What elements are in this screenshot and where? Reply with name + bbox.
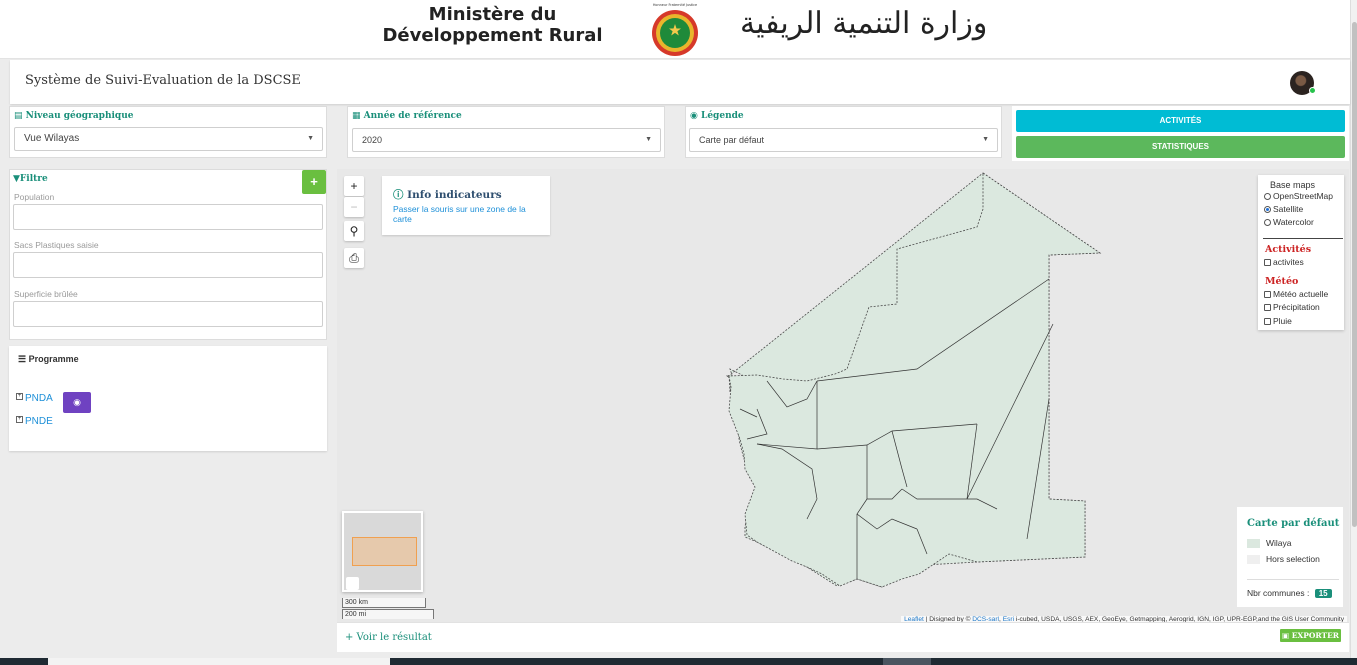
checkbox-icon[interactable] — [1264, 290, 1271, 298]
minimap-toggle-button[interactable] — [346, 577, 359, 590]
file-excel-icon: ▣ — [1281, 631, 1290, 640]
activites-section-title: Activités — [1265, 244, 1312, 255]
list-icon: ☰ — [18, 354, 27, 364]
annee-select[interactable]: 2020 ▼ — [352, 128, 661, 152]
layer-precipitation[interactable]: Précipitation — [1264, 302, 1320, 312]
superficie-label: Superficie brûlée — [14, 289, 78, 299]
app-bar: Système de Suivi-Evaluation de la DSCSE — [10, 60, 1350, 104]
os-taskbar — [0, 658, 1357, 665]
info-indicateurs-box: ⓘ Info indicateurs Passer la souris sur … — [382, 176, 550, 235]
map-legend: Carte par défaut Wilaya Hors selection N… — [1237, 507, 1343, 607]
basemap-openstreetmap[interactable]: OpenStreetMap — [1264, 191, 1333, 201]
layer-meteo-actuelle[interactable]: Météo actuelle — [1264, 289, 1328, 299]
filtre-title: ▼Filtre — [13, 174, 48, 184]
checkbox-icon[interactable] — [1264, 303, 1271, 311]
page-scrollbar[interactable] — [1350, 0, 1357, 665]
annee-label: ▦ Année de référence — [352, 111, 462, 121]
layer-activites[interactable]: activites — [1264, 257, 1304, 267]
legend-title: Carte par défaut — [1247, 518, 1340, 529]
ministry-name-fr: Ministère du Développement Rural — [382, 4, 603, 46]
basemap-watercolor[interactable]: Watercolor — [1264, 217, 1314, 227]
info-icon: ⓘ — [393, 189, 404, 201]
annee-card: ▦ Année de référence 2020 ▼ — [347, 106, 665, 158]
caret-down-icon: ▼ — [982, 136, 989, 143]
minimap-viewport[interactable] — [352, 537, 417, 566]
print-button[interactable]: ⎙ — [344, 248, 364, 268]
eye-icon: ◉ — [690, 111, 698, 121]
ministry-header: Ministère du Développement Rural Honneur… — [0, 0, 1350, 59]
communes-count-badge: 15 — [1314, 589, 1332, 598]
info-title: ⓘ Info indicateurs — [393, 189, 502, 201]
caret-down-icon: ▼ — [307, 135, 314, 142]
taskbar-app-active[interactable] — [883, 658, 931, 665]
communes-count: Nbr communes : 15 — [1247, 588, 1332, 598]
mauritania-wilayas-map[interactable] — [337, 169, 1349, 625]
tree-item-pnda[interactable]: + PNDA — [16, 393, 53, 404]
activites-button[interactable]: ACTIVITÉS — [1016, 110, 1345, 132]
taskbar-search[interactable] — [48, 658, 390, 665]
filter-icon: ▼ — [13, 174, 20, 184]
radio-icon[interactable] — [1264, 192, 1271, 200]
voir-resultat-link[interactable]: + Voir le résultat — [345, 632, 432, 643]
minimap[interactable] — [342, 511, 423, 592]
national-emblem-icon: Honneur Fraternité Justice — [652, 3, 698, 56]
basemap-satellite[interactable]: Satellite — [1264, 204, 1303, 214]
caret-down-icon: ▼ — [645, 136, 652, 143]
ministry-name-ar: وزارة التنمية الريفية — [740, 6, 988, 41]
info-text: Passer la souris sur une zone de la cart… — [393, 204, 526, 224]
niveau-card: ▤ Niveau géographique Vue Wilayas ▼ — [9, 106, 327, 158]
scale-mi: 200 mi — [342, 609, 434, 619]
map-view[interactable]: + − ⚲ ⎙ ⓘ Info indicateurs Passer la sou… — [337, 169, 1349, 625]
population-input[interactable] — [13, 204, 323, 230]
eye-icon: ◉ — [73, 397, 81, 407]
zoom-in-button[interactable]: + — [344, 176, 364, 196]
view-pnda-button[interactable]: ◉ — [63, 392, 91, 413]
zoom-out-button[interactable]: − — [344, 197, 364, 217]
calendar-icon: ▦ — [352, 111, 361, 121]
statistiques-button[interactable]: STATISTIQUES — [1016, 136, 1345, 158]
map-icon: ▤ — [14, 111, 23, 121]
niveau-select[interactable]: Vue Wilayas ▼ — [14, 127, 323, 151]
sacs-plastiques-label: Sacs Plastiques saisie — [14, 240, 99, 250]
legend-swatch — [1247, 538, 1260, 548]
scrollbar-thumb[interactable] — [1352, 22, 1357, 527]
legend-separator — [1247, 579, 1339, 580]
checkbox-icon[interactable] — [1264, 317, 1271, 325]
layer-control[interactable]: Base maps OpenStreetMap Satellite Waterc… — [1258, 175, 1344, 330]
sacs-plastiques-input[interactable] — [13, 252, 323, 278]
base-maps-label: Base maps — [1270, 180, 1316, 190]
map-marker-icon: ⚲ — [349, 224, 359, 238]
legende-card: ◉ Légende Carte par défaut ▼ — [685, 106, 1002, 158]
add-filter-button[interactable]: + — [302, 170, 326, 194]
expand-icon[interactable]: + — [16, 393, 23, 400]
locate-button[interactable]: ⚲ — [344, 221, 364, 241]
expand-icon[interactable]: + — [16, 416, 23, 423]
radio-icon[interactable] — [1264, 218, 1271, 226]
exporter-button[interactable]: ▣ EXPORTER — [1280, 629, 1341, 642]
result-bar: + Voir le résultat ▣ EXPORTER — [337, 622, 1349, 652]
print-icon: ⎙ — [349, 251, 359, 265]
svg-text:Honneur Fraternité Justice: Honneur Fraternité Justice — [653, 3, 697, 7]
legend-swatch — [1247, 554, 1260, 564]
layer-pluie[interactable]: Pluie — [1264, 316, 1292, 326]
legende-label: ◉ Légende — [690, 111, 744, 121]
scale-km: 300 km — [342, 598, 426, 608]
radio-checked-icon[interactable] — [1264, 205, 1271, 213]
tree-item-pnde[interactable]: + PNDE — [16, 416, 53, 427]
legend-item-hors-selection: Hors selection — [1247, 554, 1320, 564]
niveau-label: ▤ Niveau géographique — [14, 111, 134, 121]
legende-select[interactable]: Carte par défaut ▼ — [689, 128, 998, 152]
population-label: Population — [14, 192, 55, 202]
programme-title: ☰ Programme — [18, 354, 79, 364]
programme-panel: ☰ Programme + PNDA ◉ + PNDE — [9, 346, 327, 451]
app-title: Système de Suivi-Evaluation de la DSCSE — [25, 73, 301, 88]
online-status-dot — [1309, 87, 1316, 94]
legend-item-wilaya: Wilaya — [1247, 538, 1292, 548]
superficie-input[interactable] — [13, 301, 323, 327]
layer-separator — [1263, 238, 1343, 239]
meteo-section-title: Météo — [1265, 276, 1299, 287]
filtre-panel: ▼Filtre + Population Sacs Plastiques sai… — [9, 169, 327, 340]
checkbox-icon[interactable] — [1264, 258, 1271, 266]
